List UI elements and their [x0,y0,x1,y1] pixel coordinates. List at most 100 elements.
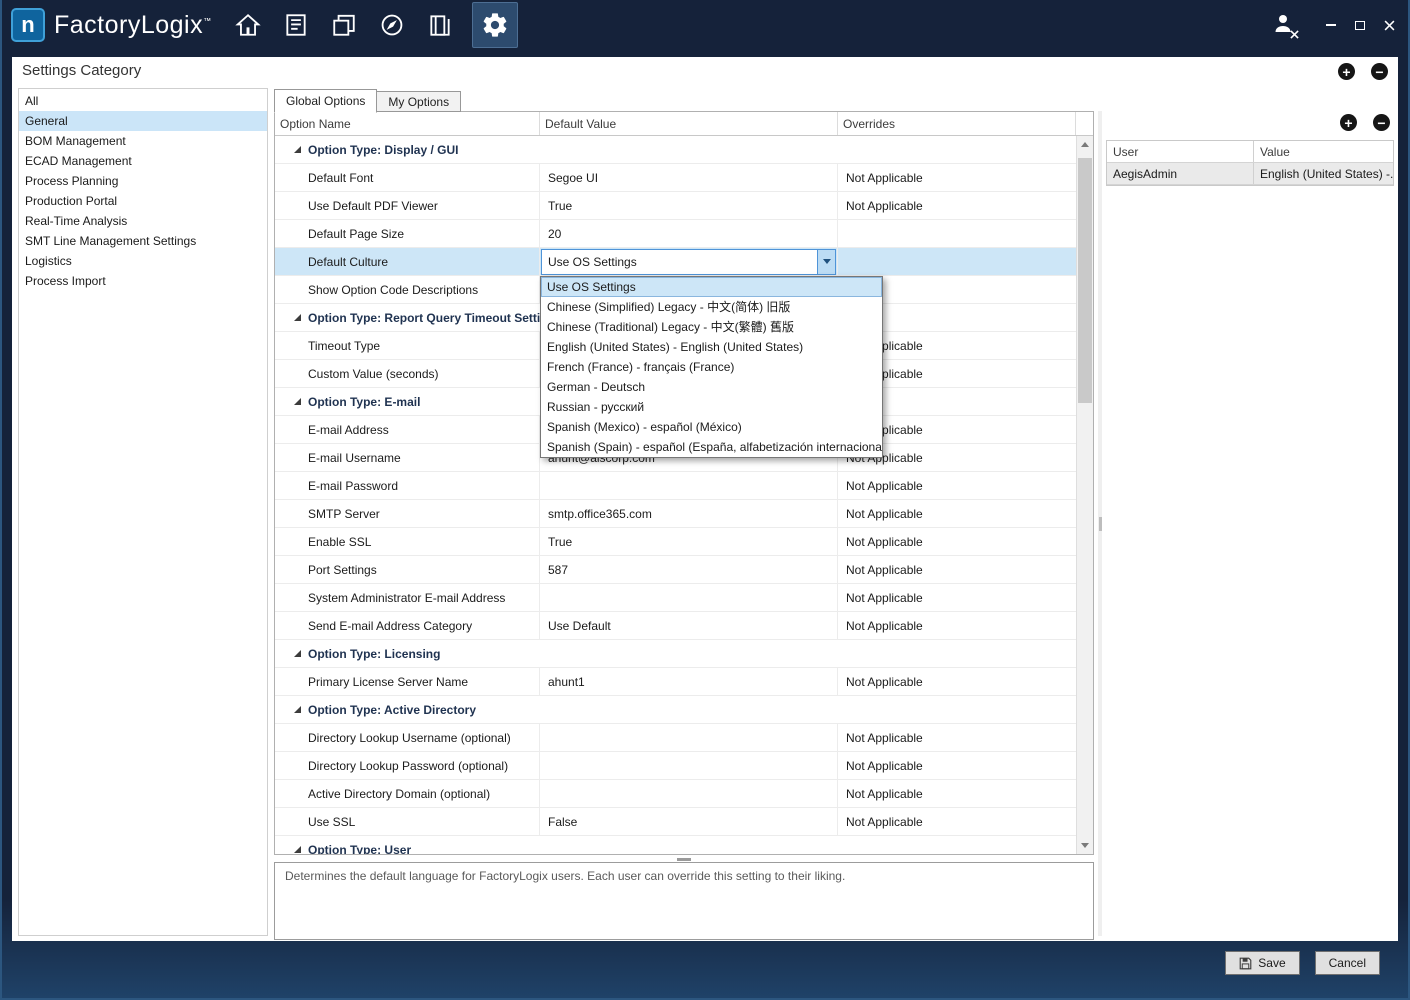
category-item-process-import[interactable]: Process Import [19,271,267,291]
dropdown-option[interactable]: German - Deutsch [541,377,882,397]
option-name-cell: Active Directory Domain (optional) [275,780,540,807]
planning-icon[interactable] [280,9,312,41]
option-name-cell: Use Default PDF Viewer [275,192,540,219]
option-row[interactable]: Default Page Size 20 [275,220,1076,248]
group-expander-icon[interactable] [293,397,302,406]
add-setting-button[interactable]: + [1338,63,1355,80]
dropdown-option[interactable]: English (United States) - English (Unite… [541,337,882,357]
materials-icon[interactable] [328,9,360,41]
group-expander-icon[interactable] [293,705,302,714]
option-row[interactable]: Port Settings 587 Not Applicable [275,556,1076,584]
option-override-cell: Not Applicable [846,814,923,829]
dropdown-option[interactable]: French (France) - français (France) [541,357,882,377]
options-tabs: Global Options My Options [274,89,462,113]
option-name-cell: Default Culture [275,248,540,275]
option-row[interactable]: Primary License Server Name ahunt1 Not A… [275,668,1076,696]
option-row[interactable]: Directory Lookup Password (optional) Not… [275,752,1076,780]
option-name-cell: Directory Lookup Password (optional) [275,752,540,779]
group-expander-icon[interactable] [293,649,302,658]
minimize-button[interactable] [1324,18,1338,32]
option-row[interactable]: Active Directory Domain (optional) Not A… [275,780,1076,808]
main-panel: Settings Category + − All General BOM Ma… [12,57,1398,941]
close-button[interactable] [1382,18,1396,32]
remove-setting-button[interactable]: − [1371,63,1388,80]
group-header-row[interactable]: Option Type: Licensing [275,640,1076,668]
option-row-default-culture[interactable]: Default Culture Use OS Settings [275,248,1076,276]
option-row[interactable]: E-mail Password Not Applicable [275,472,1076,500]
option-name-cell: SMTP Server [275,500,540,527]
dropdown-option[interactable]: Russian - русский [541,397,882,417]
group-header-row[interactable]: Option Type: Display / GUI [275,136,1076,164]
column-header-user[interactable]: User [1107,141,1254,162]
category-item-general[interactable]: General [19,111,267,131]
tab-my-options[interactable]: My Options [377,91,462,112]
save-button[interactable]: Save [1225,951,1300,975]
dropdown-option[interactable]: Spanish (Mexico) - español (México) [541,417,882,437]
tracking-icon[interactable] [376,9,408,41]
dropdown-option[interactable]: Chinese (Simplified) Legacy - 中文(简体) 旧版 [541,297,882,317]
default-culture-combobox[interactable]: Use OS Settings [541,248,836,275]
group-expander-icon[interactable] [293,845,302,854]
chevron-down-icon[interactable] [817,249,835,274]
option-override-cell: Not Applicable [846,730,923,745]
scroll-down-button[interactable] [1077,837,1093,854]
tab-global-options[interactable]: Global Options [274,89,378,113]
option-override-cell: Not Applicable [846,478,923,493]
override-value-cell: English (United States) -... [1260,166,1393,181]
scrollbar-thumb[interactable] [1078,158,1092,403]
column-header-option-name[interactable]: Option Name [275,112,540,135]
culture-dropdown-popup: Use OS Settings Chinese (Simplified) Leg… [540,276,883,458]
category-item-ecad-management[interactable]: ECAD Management [19,151,267,171]
category-item-real-time-analysis[interactable]: Real-Time Analysis [19,211,267,231]
group-header-row[interactable]: Option Type: Active Directory [275,696,1076,724]
maximize-button[interactable] [1353,18,1367,32]
option-row[interactable]: Default Font Segoe UI Not Applicable [275,164,1076,192]
override-user-cell: AegisAdmin [1107,163,1254,184]
category-item-bom-management[interactable]: BOM Management [19,131,267,151]
option-row[interactable]: Enable SSL True Not Applicable [275,528,1076,556]
option-value-cell [540,752,838,779]
settings-icon[interactable] [471,2,518,48]
cancel-button[interactable]: Cancel [1314,951,1380,975]
category-item-smt-line-management[interactable]: SMT Line Management Settings [19,231,267,251]
dropdown-option-selected[interactable]: Use OS Settings [541,277,882,297]
vertical-splitter[interactable] [1098,111,1102,936]
option-row[interactable]: System Administrator E-mail Address Not … [275,584,1076,612]
option-row[interactable]: SMTP Server smtp.office365.com Not Appli… [275,500,1076,528]
group-expander-icon[interactable] [293,313,302,322]
add-override-button[interactable]: + [1340,114,1357,131]
option-row[interactable]: Use Default PDF Viewer True Not Applicab… [275,192,1076,220]
dropdown-option[interactable]: Chinese (Traditional) Legacy - 中文(繁體) 舊版 [541,317,882,337]
remove-override-button[interactable]: − [1373,114,1390,131]
vertical-scrollbar[interactable] [1076,136,1093,854]
column-header-overrides[interactable]: Overrides [838,112,1076,135]
override-actions: + − [1106,111,1394,131]
category-item-all[interactable]: All [19,91,267,111]
option-name-cell: Custom Value (seconds) [275,360,540,387]
group-label: Option Type: Report Query Timeout Settin… [308,310,562,325]
option-row[interactable]: Directory Lookup Username (optional) Not… [275,724,1076,752]
group-header-row[interactable]: Option Type: User [275,836,1076,854]
category-item-production-portal[interactable]: Production Portal [19,191,267,211]
scroll-up-button[interactable] [1077,136,1093,153]
column-header-value[interactable]: Value [1254,141,1393,162]
app-title: FactoryLogix™ [54,10,212,39]
dropdown-option[interactable]: Spanish (Spain) - español (España, alfab… [541,437,882,457]
override-row[interactable]: AegisAdmin English (United States) -... [1107,163,1393,185]
option-row[interactable]: Send E-mail Address Category Use Default… [275,612,1076,640]
option-value-cell: smtp.office365.com [540,500,838,527]
option-value-cell [540,584,838,611]
group-expander-icon[interactable] [293,145,302,154]
option-value-cell [540,724,838,751]
option-value-cell: ahunt1 [540,668,838,695]
home-icon[interactable] [232,9,264,41]
documents-icon[interactable] [424,9,456,41]
category-item-process-planning[interactable]: Process Planning [19,171,267,191]
user-signout-icon[interactable] [1271,11,1299,40]
category-item-logistics[interactable]: Logistics [19,251,267,271]
overrides-table: User Value AegisAdmin English (United St… [1106,140,1394,186]
option-row[interactable]: Use SSL False Not Applicable [275,808,1076,836]
overrides-header: User Value [1107,141,1393,163]
column-header-default-value[interactable]: Default Value [540,112,838,135]
trademark: ™ [203,16,212,26]
